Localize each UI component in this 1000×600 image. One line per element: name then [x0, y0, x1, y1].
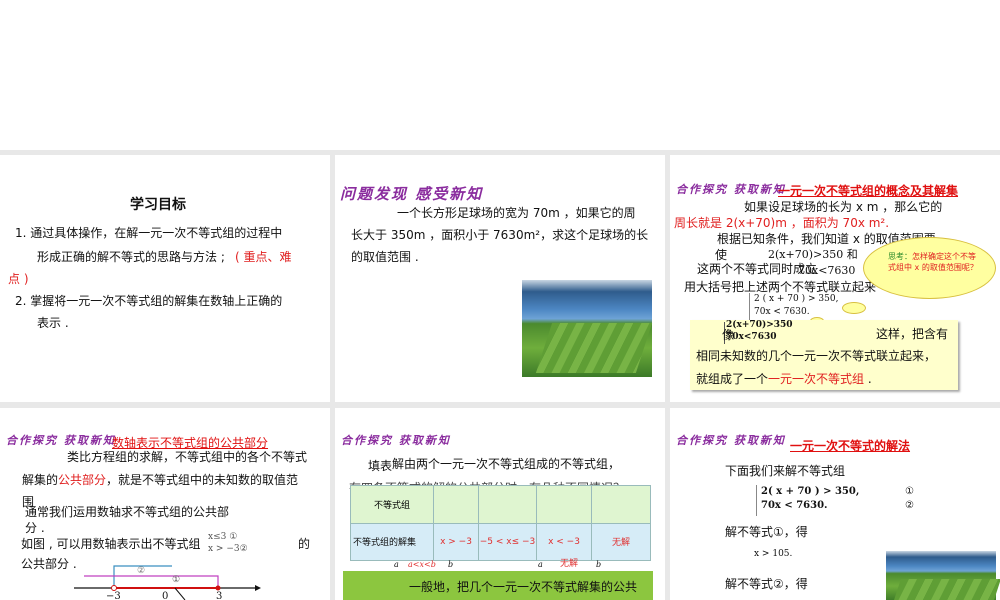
brace	[756, 485, 757, 516]
fill-table-label: 填表	[368, 459, 393, 473]
slide-title: 学习目标	[130, 197, 186, 213]
text-line: 解不等式②，得	[725, 577, 808, 591]
pointer-line	[174, 587, 186, 600]
table-cell[interactable]	[536, 485, 592, 524]
stadium-image	[522, 280, 653, 377]
axis-label: 无解	[560, 559, 579, 569]
text-line: 解由两个一元一次不等式组成的不等式组，	[392, 457, 621, 471]
cloud-label: 思考：	[888, 252, 912, 261]
text-line: 周长就是 2(x+70)m ，面积为 70x m².	[674, 216, 890, 230]
objective-line: 表示 .	[37, 316, 69, 330]
tick-label: 3	[216, 591, 223, 600]
objective-line: 1. 通过具体操作，在解一元一次不等式组的过程中	[15, 226, 283, 240]
axis-label: a<x<b	[408, 560, 436, 569]
circled-number: ①	[905, 486, 914, 497]
slide-header: 合作探究 获取新知	[676, 434, 786, 447]
box-term: 一元一次不等式组	[768, 372, 865, 386]
solution-1: x > 105.	[754, 549, 793, 559]
slide-thumbnail-4[interactable]: 合作探究 获取新知 数轴表示不等式组的公共部分 类比方程组的求解，不等式组中的各…	[0, 408, 330, 600]
text-line: 用大括号把上述两个不等式联立起来	[684, 280, 877, 294]
box-text: .	[864, 372, 872, 386]
slide-thumbnail-2[interactable]: 问题发现 感受新知 一个长方形足球场的宽为 70m ，如果它的周 长大于 350…	[335, 155, 665, 402]
slide-header: 问题发现 感受新知	[340, 185, 484, 203]
slide-title: 一元一次不等式的解法	[790, 439, 911, 453]
stadium-image	[886, 551, 1000, 600]
cloud-bubble	[842, 302, 866, 314]
system-line: 70x < 7630.	[754, 307, 810, 317]
mark-label: ①	[172, 575, 181, 585]
slide-thumbnail-5[interactable]: 合作探究 获取新知 填表 解由两个一元一次不等式组成的不等式组， 有四条不等式的…	[335, 408, 665, 600]
closed-point	[215, 585, 221, 591]
axis-label: b	[596, 560, 602, 569]
circled-number: ②	[905, 500, 914, 511]
table-cell: x < −3	[536, 522, 592, 561]
tick-label: 0	[162, 591, 169, 600]
objective-line: 2. 掌握将一元一次不等式组的解集在数轴上正确的	[15, 294, 283, 308]
objective-line: 形成正确的解不等式的思路与方法 ;	[37, 250, 225, 264]
inequality-1: 2(x+70)>350 和	[768, 248, 858, 261]
system-line: 70x < 7630.	[761, 500, 828, 511]
brace	[749, 293, 750, 323]
slide-title: 一元一次不等式组的概念及其解集	[778, 184, 959, 198]
table-cell[interactable]	[478, 485, 537, 524]
box-line: 就组成了一个一元一次不等式组 .	[696, 373, 872, 385]
summary-box: 一般地，把几个一元一次不等式解集的公共	[343, 571, 653, 600]
box-line: 这样，把含有	[876, 327, 949, 341]
text-line: 如果设足球场的长为 x m ，那么它的	[744, 200, 943, 214]
open-point	[111, 585, 117, 591]
axis-label: a	[538, 560, 543, 569]
slide-thumbnail-3[interactable]: 合作探究 获取新知 一元一次不等式组的概念及其解集 如果设足球场的长为 x m …	[670, 155, 1000, 402]
table-row: 不等式组的解集 x > −3 −5 < x≤ −3 x < −3 无解	[350, 522, 651, 561]
table-cell[interactable]	[591, 485, 651, 524]
problem-line: 长大于 350m ，面积小于 7630m²，求这个足球场的长	[351, 228, 649, 242]
axis-label: a	[394, 560, 399, 569]
top-blank-area	[0, 0, 1000, 150]
problem-line: 的取值范围 .	[351, 250, 419, 264]
slide-thumbnail-1[interactable]: 学习目标 1. 通过具体操作，在解一元一次不等式组的过程中 形成正确的解不等式的…	[0, 155, 330, 402]
cloud-text: 思考：怎样确定这个不等式组中 x 的取值范围呢？	[888, 251, 980, 273]
table-cell: 无解	[591, 522, 651, 561]
box-text: 就组成了一个	[696, 372, 769, 386]
problem-line: 一个长方形足球场的宽为 70m ，如果它的周	[397, 206, 636, 220]
mark-label: ②	[137, 566, 146, 576]
system-line: 2( x + 70 ) > 350,	[761, 486, 860, 497]
axis-label: b	[448, 560, 454, 569]
system-line: 2 ( x + 70 ) > 350,	[754, 294, 839, 304]
slide-thumbnail-6[interactable]: 合作探究 获取新知 一元一次不等式的解法 下面我们来解不等式组 2( x + 7…	[670, 408, 1000, 600]
axis-arrow	[255, 585, 261, 591]
number-line	[74, 565, 261, 600]
definition-box: 2(x+70)>350 70x<7630 像 这样，把含有 相同未知数的几个一元…	[690, 320, 958, 390]
text-line: 解不等式①，得	[725, 525, 808, 539]
table-cell: −5 < x≤ −3	[478, 522, 537, 561]
summary-text: 一般地，把几个一元一次不等式解集的公共	[409, 580, 638, 594]
table-cell: x > −3	[433, 522, 479, 561]
emphasis-text: ( 重点、难	[235, 250, 292, 264]
table-cell[interactable]	[433, 485, 479, 524]
table-cell: 不等式组的解集	[350, 522, 434, 561]
table-row: 不等式组	[350, 485, 651, 524]
inequality-2: 70x<7630	[798, 264, 856, 277]
box-line: 相同未知数的几个一元一次不等式联立起来，	[696, 349, 937, 363]
solution-table: 不等式组 不等式组的解集 x > −3 −5 < x≤ −3 x < −3 无解	[350, 485, 651, 561]
tick-label: −3	[106, 591, 121, 600]
box-prefix: 像	[722, 328, 735, 342]
table-cell: 不等式组	[350, 485, 434, 524]
text-line: 下面我们来解不等式组	[725, 464, 846, 478]
box-eq1: 2(x+70)>350	[726, 320, 793, 330]
emphasis-text: 点 )	[8, 272, 29, 286]
interval-1	[84, 575, 219, 588]
slide-header: 合作探究 获取新知	[341, 434, 451, 447]
text-line: 使	[715, 248, 728, 262]
slide-header: 合作探究 获取新知	[676, 183, 786, 196]
